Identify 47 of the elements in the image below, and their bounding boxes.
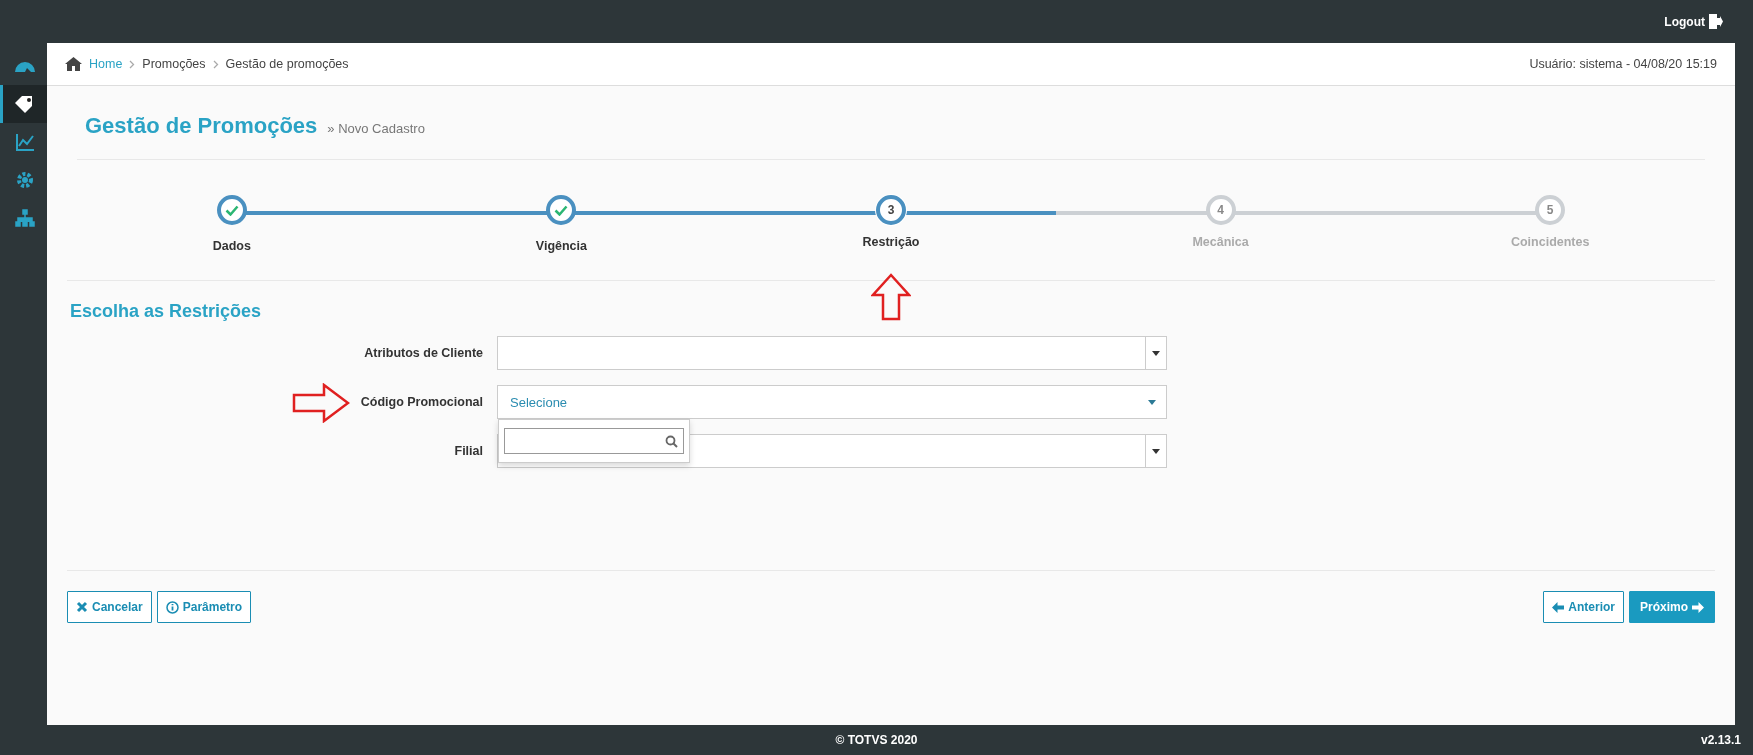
info-icon (165, 600, 179, 614)
user-info: Usuário: sistema - 04/08/20 15:19 (1529, 57, 1717, 71)
chevron-icon (212, 59, 219, 69)
gear-icon (16, 171, 34, 189)
check-icon (224, 204, 239, 216)
step-circle: 3 (876, 195, 906, 225)
sitemap-icon (15, 209, 35, 227)
search-icon (665, 434, 678, 448)
page-subtitle: » Novo Cadastro (327, 121, 425, 136)
field-label: Filial (454, 444, 483, 458)
breadcrumb-link[interactable]: Gestão de promoções (225, 57, 349, 71)
page-title: Gestão de Promoções (85, 112, 318, 139)
chart-icon (15, 133, 35, 151)
cancel-button[interactable]: Cancelar (67, 591, 152, 623)
close-icon (76, 601, 88, 613)
dropdown-field[interactable] (497, 336, 1167, 370)
caret-icon (1152, 448, 1160, 454)
logout-link[interactable]: Logout (1664, 14, 1723, 29)
logout-icon (1709, 14, 1723, 29)
step-circle: 5 (1535, 195, 1566, 225)
arrow-annotation-icon (292, 383, 350, 423)
arrow-right-icon (1692, 601, 1704, 613)
home-icon (65, 57, 82, 71)
arrow-left-icon (1552, 601, 1565, 613)
next-button[interactable]: Próximo (1629, 591, 1715, 623)
section-title: Escolha as Restrições (70, 301, 262, 322)
check-icon (554, 204, 569, 216)
chevron-icon (129, 59, 136, 69)
sidebar-item[interactable] (0, 85, 47, 123)
arrow-annotation-icon (871, 273, 911, 321)
step-label: Dados (212, 239, 251, 253)
step-label: Vigência (535, 239, 587, 253)
step-label: Mecânica (1192, 235, 1249, 249)
copyright-text: © TOTVS 2020 (835, 733, 918, 747)
parameter-button[interactable]: Parâmetro (156, 591, 252, 623)
caret-icon (1148, 399, 1156, 405)
search-field[interactable] (504, 428, 684, 454)
previous-button[interactable]: Anterior (1543, 591, 1624, 623)
field-label: Atributos de Cliente (364, 346, 483, 360)
version-text: v2.13.1 (1700, 733, 1741, 747)
step-circle: 4 (1205, 195, 1236, 225)
breadcrumb-link[interactable]: Promoções (142, 57, 206, 71)
step-label: Restrição (862, 235, 920, 249)
breadcrumb-link[interactable]: Home (89, 57, 123, 71)
step-label: Coincidentes (1510, 235, 1590, 249)
caret-icon (1152, 350, 1160, 356)
field-label: Código Promocional (360, 395, 483, 409)
